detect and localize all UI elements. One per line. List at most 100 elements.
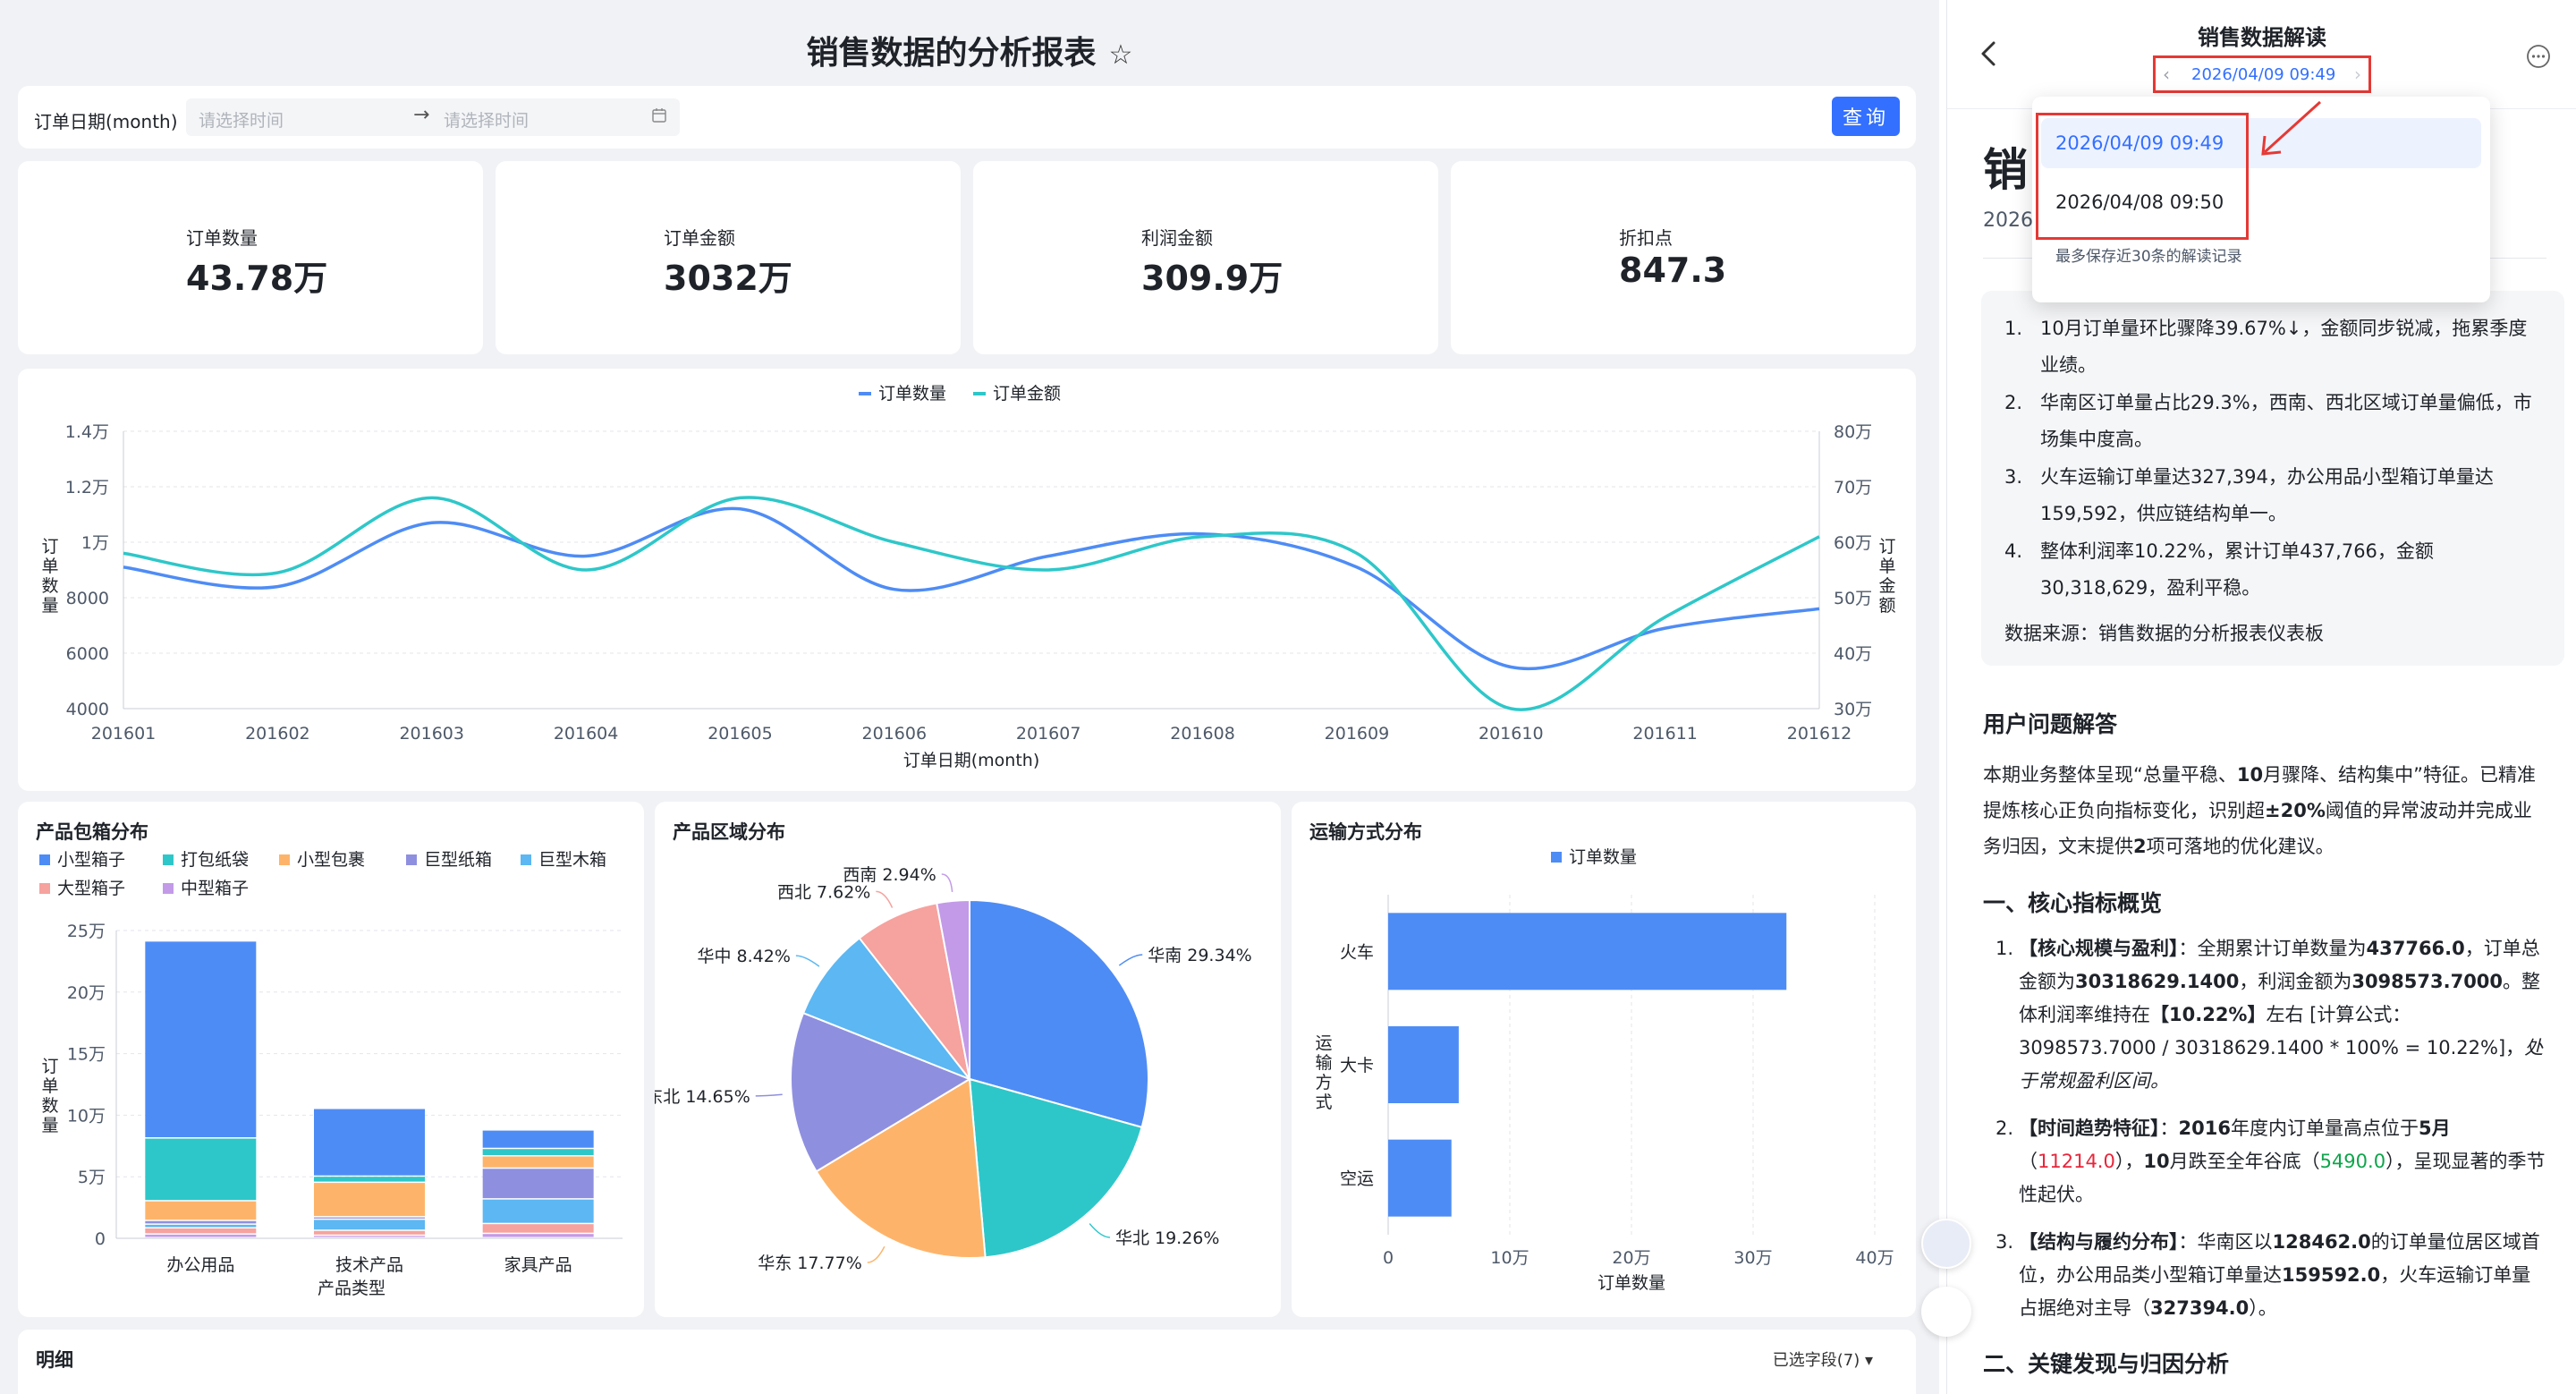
annotation-arrow-icon [2261, 100, 2322, 156]
float-action-button[interactable] [1921, 1287, 1971, 1337]
legend-swatch [39, 883, 50, 894]
selected-fields-dropdown[interactable]: 已选字段(7) ▾ [1773, 1347, 1873, 1371]
list-text-part: 3098573.7000 [2351, 971, 2504, 992]
kpi-value: 847.3 [1619, 251, 1727, 290]
filter-bar: 订单日期(month) 请选择时间 → 请选择时间 查询 [18, 86, 1916, 149]
x-axis-title: 订单日期(month) [903, 751, 1040, 770]
dropdown-note: 最多保存近30条的解读记录 [2055, 248, 2242, 266]
list-text-part: ： [2159, 1118, 2179, 1139]
x-tick-label: 0 [1383, 1248, 1394, 1268]
x-tick-label: 201610 [1479, 724, 1544, 744]
dashboard-title: 销售数据的分析报表 ☆ [0, 27, 1939, 73]
pie-chart: 华南 29.34% 华北 19.26% 华东 17.77% 东北 14.65% 华中 8… [646, 865, 1251, 1273]
list-text-part: 5490.0 [2319, 1151, 2386, 1172]
summary-text: 整体利润率10.22%，累计订单437,766，金额30,318,629，盈利平… [2040, 540, 2434, 599]
y-right-tick-label: 50万 [1834, 589, 1872, 608]
qa-text: 本期业务整体呈现“总量平稳、 [1983, 764, 2237, 786]
list-text-part: 年度内订单量高点位于 [2230, 1118, 2419, 1139]
annotation-highlight-box [2036, 113, 2249, 240]
list-item: 1. 【核心规模与盈利】：全期累计订单数量为437766.0，订单总金额为303… [1983, 932, 2546, 1098]
star-icon[interactable]: ☆ [1109, 39, 1133, 71]
bar-segment [145, 1228, 257, 1234]
line-chart-card: 4000 30万 6000 40万 8000 50万 1万 60万 1.2万 70万 1.4万 80万… [18, 369, 1916, 791]
y-tick-label: 大卡 [1340, 1056, 1374, 1075]
list-text-part: 327394.0 [2150, 1297, 2250, 1319]
date-end-input[interactable]: 请选择时间 [444, 107, 529, 132]
list-text-part: 月跌至全年谷底（ [2169, 1151, 2320, 1172]
y-tick-label: 1.4万 [65, 422, 109, 442]
assistant-avatar-icon[interactable] [1921, 1219, 1971, 1269]
bar-segment [145, 1234, 257, 1237]
pie-label: 华中 8.42% [697, 947, 790, 966]
legend-swatch [406, 854, 417, 865]
summary-item: 3. 火车运输订单量达327,394，办公用品小型箱订单量达159,592，供应链… [2004, 459, 2541, 532]
x-axis-title: 产品类型 [318, 1279, 386, 1298]
y-axis-title-char: 订 [41, 1057, 58, 1076]
y-axis-title-char: 式 [1315, 1092, 1332, 1112]
pie-label: 华东 17.77% [758, 1254, 862, 1273]
kpi-card-discount: 折扣点 847.3 [1451, 161, 1916, 354]
list-text-part: 5月 [2418, 1118, 2451, 1139]
pie-leader-line [1118, 954, 1143, 966]
bar-segment [145, 1138, 257, 1201]
y-tick-label: 6000 [66, 644, 109, 664]
version-selector[interactable]: ‹ 2026/04/09 09:49 › [2153, 55, 2371, 93]
summary-num: 2. [2004, 392, 2023, 413]
y-right-tick-label: 80万 [1834, 422, 1872, 442]
selected-fields-label: 已选字段(7) [1772, 1351, 1860, 1370]
bar-segment [314, 1183, 425, 1217]
date-range-picker[interactable]: 请选择时间 → 请选择时间 [186, 98, 680, 136]
legend-label: 巨型木箱 [538, 850, 606, 870]
list-text-part: ：全期累计订单数量为 [2178, 938, 2367, 959]
list-text-part: 10 [2143, 1151, 2170, 1172]
region-chart-card: 产品区域分布 华南 29.34% 华北 19.26% 华东 17.77% 东北 14.… [646, 802, 1281, 1317]
date-start-input[interactable]: 请选择时间 [199, 107, 284, 132]
bar-segment [145, 1224, 257, 1228]
legend-swatch [163, 854, 174, 865]
legend-label: 订单金额 [993, 384, 1061, 404]
summary-text: 火车运输订单量达327,394，办公用品小型箱订单量达159,592，供应链结构… [2040, 466, 2494, 524]
y-axis-title-char: 量 [41, 1116, 58, 1135]
chart-title: 产品包箱分布 [36, 821, 148, 843]
kpi-label: 订单金额 [664, 227, 735, 249]
y-right-axis-title-char: 金 [1878, 576, 1895, 596]
bar-segment [145, 1201, 257, 1220]
legend-label: 打包纸袋 [181, 850, 249, 870]
chevron-right-icon[interactable]: › [2354, 64, 2361, 85]
kpi-card-order-count: 订单数量 43.78万 [18, 161, 483, 354]
legend-label: 大型箱子 [57, 879, 125, 898]
list-text-part: 2016 [2178, 1118, 2231, 1139]
more-options-icon[interactable] [2525, 43, 2552, 70]
list-text-part: ：华南区以 [2178, 1231, 2273, 1253]
list-text: 【结构与履约分布】：华南区以128462.0的订单量位居区域首位，办公用品类小型… [2019, 1226, 2546, 1325]
x-tick-label: 10万 [1490, 1248, 1529, 1268]
x-tick-label: 家具产品 [504, 1255, 572, 1275]
y-tick-label: 1万 [81, 533, 109, 553]
kpi-card-profit: 利润金额 309.9万 [973, 161, 1438, 354]
bar-segment [314, 1109, 425, 1176]
detail-title: 明细 [36, 1349, 73, 1371]
x-tick-label: 201603 [399, 724, 464, 744]
dashboard-title-text: 销售数据的分析报表 [806, 35, 1097, 72]
version-current[interactable]: 2026/04/09 09:49 [2191, 65, 2335, 84]
y-axis-title-char: 输 [1315, 1053, 1332, 1073]
calendar-icon[interactable] [651, 107, 667, 123]
bar-segment [314, 1177, 425, 1182]
kpi-value: 309.9万 [1141, 259, 1284, 298]
pie-label: 华北 19.26% [1115, 1228, 1220, 1248]
legend-label: 小型箱子 [57, 850, 125, 870]
dashboard: 销售数据的分析报表 ☆ 订单日期(month) 请选择时间 → 请选择时间 查询 … [0, 0, 1939, 1394]
shipping-chart-card: 运输方式分布 0 10万 20万 30万 40万 订单数量运输方式订单数量 火车 大卡 空运 [1292, 802, 1916, 1317]
series-line-order-count [123, 506, 1820, 670]
query-button[interactable]: 查询 [1832, 97, 1900, 136]
list-text-part: ）。 [2249, 1297, 2277, 1319]
pie-leader-line [755, 1093, 783, 1097]
bar-segment [482, 1199, 594, 1223]
stacked-bar-chart: 0 5万 10万 15万 20万 25万订单数量 小型箱子 打包纸袋 小型包裹 巨型纸箱 巨型木箱大… [39, 850, 623, 1298]
list-num: 1. [1996, 938, 2014, 959]
x-tick-label: 201604 [554, 724, 619, 744]
y-tick-label: 空运 [1340, 1169, 1374, 1189]
bar [1388, 913, 1787, 990]
chevron-left-icon[interactable]: ‹ [2163, 64, 2170, 85]
list-item: 2. 【时间趋势特征】：2016年度内订单量高点位于5月 （11214.0），10… [1983, 1112, 2546, 1211]
